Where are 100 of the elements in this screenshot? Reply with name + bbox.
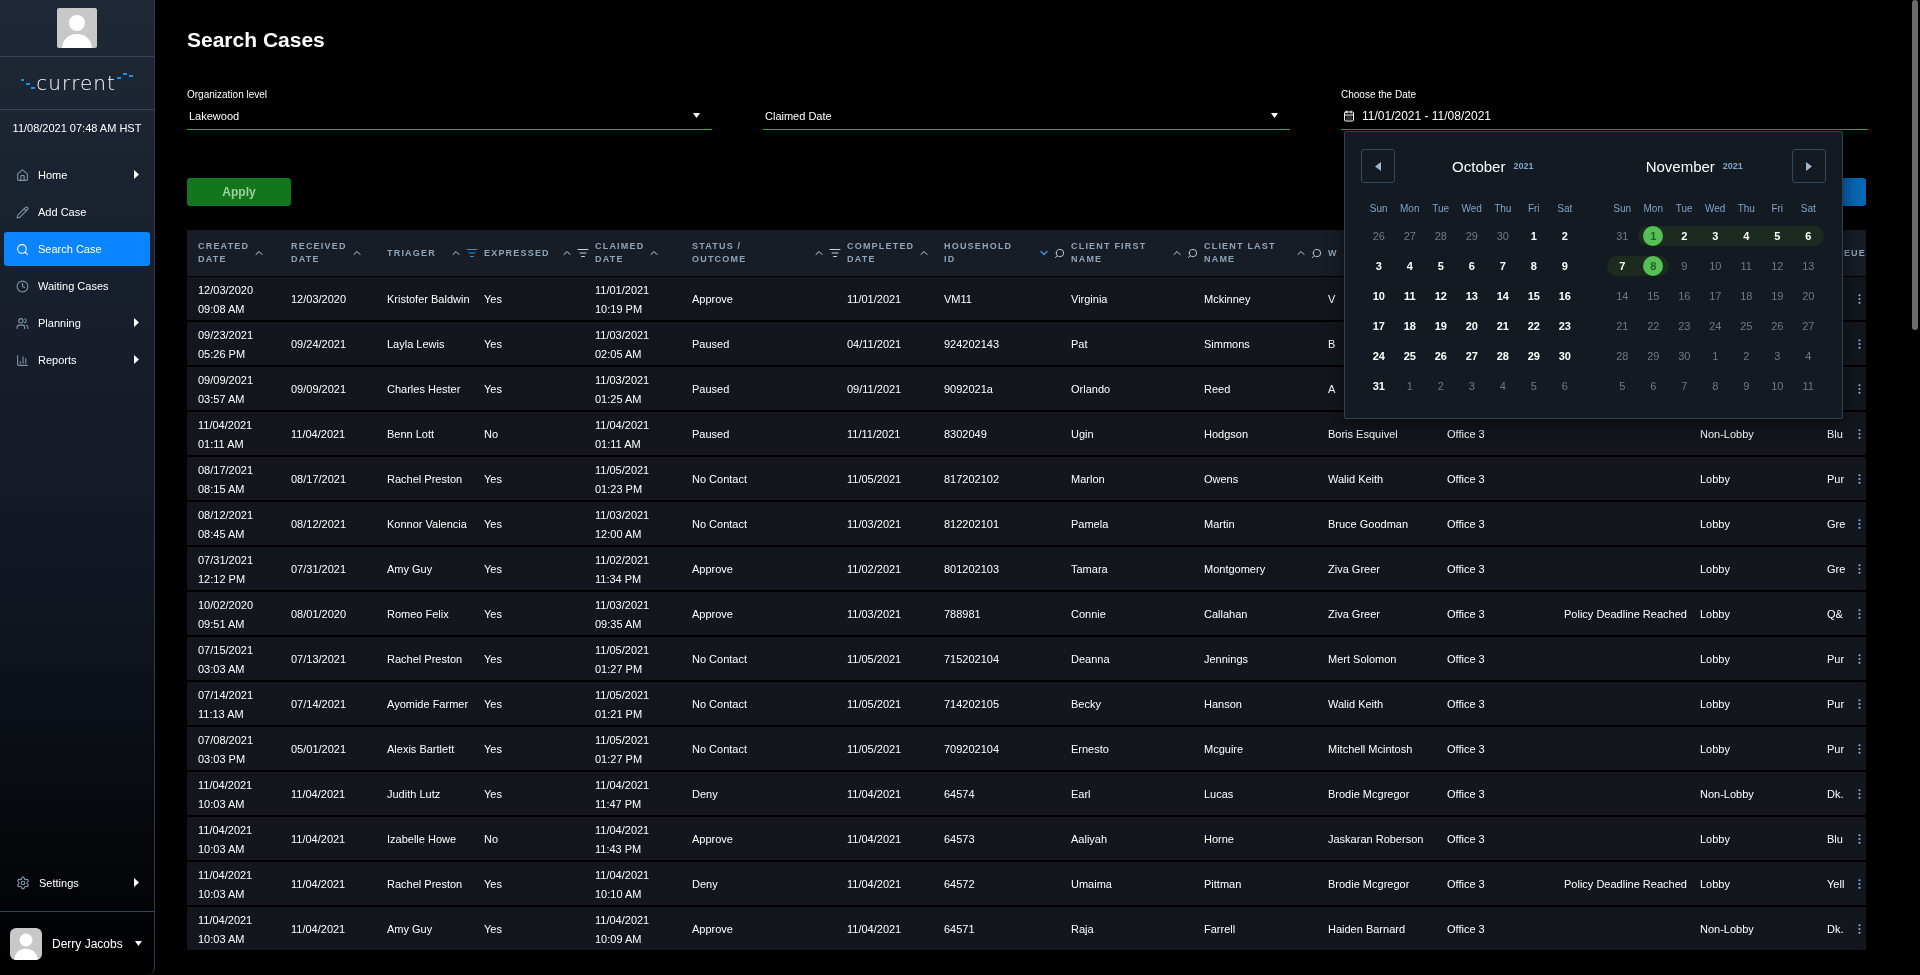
calendar-day[interactable]: 2 [1730,346,1762,366]
calendar-day[interactable]: 18 [1730,286,1762,306]
calendar-day[interactable]: 4 [1730,226,1762,246]
calendar-day[interactable]: 5 [1761,226,1793,246]
calendar-day[interactable]: 11 [1730,256,1762,276]
column-header[interactable]: COMPLETED DATE [847,240,915,266]
calendar-day[interactable]: 19 [1761,286,1793,306]
nav-item[interactable]: Add Case [4,195,150,229]
calendar-day[interactable]: 14 [1487,286,1519,306]
calendar-day[interactable]: 6 [1637,376,1669,396]
filter-icon[interactable] [829,247,841,259]
calendar-day[interactable]: 15 [1518,286,1550,306]
calendar-day[interactable]: 8 [1637,256,1669,276]
search-icon[interactable] [1311,247,1322,259]
calendar-day[interactable]: 19 [1425,316,1457,336]
calendar-day[interactable]: 5 [1518,376,1550,396]
next-month-button[interactable] [1792,149,1826,183]
calendar-day[interactable]: 3 [1456,376,1488,396]
calendar-day[interactable]: 8 [1699,376,1731,396]
calendar-day[interactable]: 25 [1394,346,1426,366]
calendar-day[interactable]: 18 [1394,316,1426,336]
calendar-day[interactable]: 5 [1425,256,1457,276]
nav-item[interactable]: Reports [4,343,150,377]
calendar-day[interactable]: 3 [1699,226,1731,246]
column-header[interactable]: W [1328,246,1338,260]
calendar-day[interactable]: 3 [1761,346,1793,366]
nav-item[interactable]: Home [4,158,150,192]
calendar-day[interactable]: 9 [1730,376,1762,396]
date-range-field[interactable]: 11/01/2021 - 11/08/2021 [1341,106,1868,130]
calendar-day[interactable]: 8 [1518,256,1550,276]
calendar-day[interactable]: 7 [1668,376,1700,396]
calendar-day[interactable]: 7 [1487,256,1519,276]
calendar-day[interactable]: 31 [1363,376,1395,396]
calendar-day[interactable]: 1 [1518,226,1550,246]
calendar-day[interactable]: 4 [1394,256,1426,276]
calendar-day[interactable]: 28 [1487,346,1519,366]
calendar-day[interactable]: 16 [1668,286,1700,306]
calendar-day[interactable]: 6 [1456,256,1488,276]
user-name[interactable]: Derry Jacobs [52,936,125,951]
column-header[interactable]: CLAIMED DATE [595,240,645,266]
calendar-day[interactable]: 29 [1637,346,1669,366]
column-header[interactable]: CREATED DATE [198,240,250,266]
calendar-day[interactable]: 6 [1549,376,1581,396]
calendar-day[interactable]: 20 [1456,316,1488,336]
calendar-day[interactable]: 27 [1394,226,1426,246]
calendar-day[interactable]: 13 [1456,286,1488,306]
calendar-day[interactable]: 12 [1761,256,1793,276]
calendar-day[interactable]: 28 [1606,346,1638,366]
calendar-day[interactable]: 2 [1668,226,1700,246]
calendar-day[interactable]: 14 [1606,286,1638,306]
previous-month-button[interactable] [1361,149,1395,183]
calendar-day[interactable]: 29 [1456,226,1488,246]
calendar-day[interactable]: 1 [1699,346,1731,366]
calendar-day[interactable]: 22 [1518,316,1550,336]
calendar-day[interactable]: 7 [1606,256,1638,276]
calendar-day[interactable]: 1 [1637,226,1669,246]
calendar-day[interactable]: 11 [1792,376,1824,396]
calendar-day[interactable]: 30 [1668,346,1700,366]
calendar-day[interactable]: 22 [1637,316,1669,336]
calendar-day[interactable]: 10 [1699,256,1731,276]
calendar-day[interactable]: 29 [1518,346,1550,366]
column-header[interactable]: STATUS / OUTCOME [692,240,747,266]
calendar-day[interactable]: 21 [1606,316,1638,336]
calendar-day[interactable]: 30 [1487,226,1519,246]
filter-icon[interactable] [466,247,478,259]
settings-item[interactable]: Settings [4,866,150,900]
calendar-day[interactable]: 31 [1606,226,1638,246]
calendar-day[interactable]: 5 [1606,376,1638,396]
column-header[interactable]: TRIAGER [387,246,436,260]
calendar-day[interactable]: 27 [1456,346,1488,366]
calendar-day[interactable]: 28 [1425,226,1457,246]
column-header[interactable]: EXPRESSED [484,246,550,260]
calendar-day[interactable]: 11 [1394,286,1426,306]
calendar-day[interactable]: 21 [1487,316,1519,336]
calendar-day[interactable]: 20 [1792,286,1824,306]
column-header[interactable]: RECEIVED DATE [291,240,347,266]
calendar-day[interactable]: 2 [1549,226,1581,246]
calendar-day[interactable]: 15 [1637,286,1669,306]
scrollbar-thumb[interactable] [1912,0,1918,330]
calendar-day[interactable]: 12 [1425,286,1457,306]
calendar-day[interactable]: 9 [1549,256,1581,276]
calendar-day[interactable]: 23 [1549,316,1581,336]
column-header[interactable]: CLIENT LAST NAME [1204,240,1276,266]
calendar-day[interactable]: 23 [1668,316,1700,336]
calendar-day[interactable]: 3 [1363,256,1395,276]
nav-item[interactable]: Waiting Cases [4,269,150,303]
nav-item[interactable]: Planning [4,306,150,340]
calendar-day[interactable]: 16 [1549,286,1581,306]
calendar-day[interactable]: 27 [1792,316,1824,336]
calendar-day[interactable]: 30 [1549,346,1581,366]
calendar-day[interactable]: 13 [1792,256,1824,276]
column-header[interactable]: CLIENT FIRST NAME [1071,240,1147,266]
column-header[interactable]: HOUSEHOLD ID [944,240,1013,266]
calendar-day[interactable]: 9 [1668,256,1700,276]
calendar-day[interactable]: 24 [1363,346,1395,366]
calendar-day[interactable]: 10 [1761,376,1793,396]
organization-select[interactable]: Lakewood [187,106,712,130]
calendar-day[interactable]: 4 [1792,346,1824,366]
calendar-day[interactable]: 26 [1761,316,1793,336]
calendar-day[interactable]: 1 [1394,376,1426,396]
